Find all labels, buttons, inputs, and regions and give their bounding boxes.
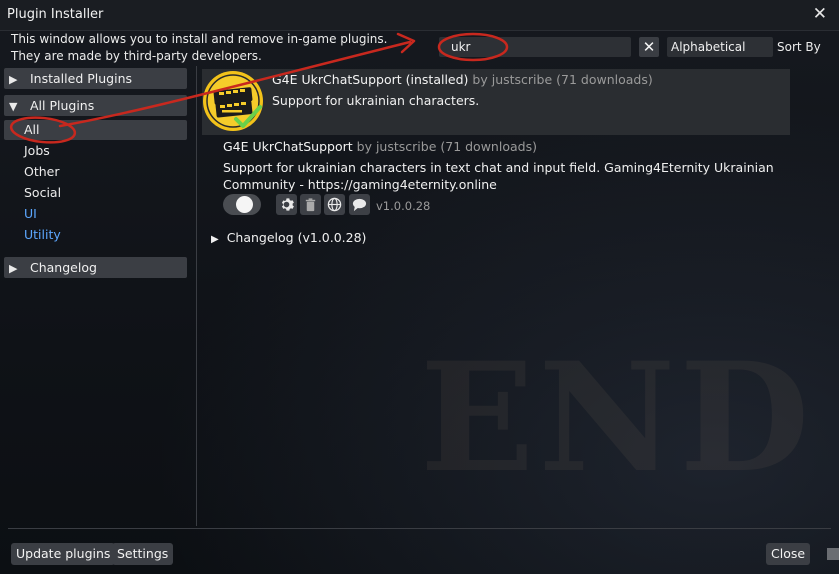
sidebar-item-ui[interactable]: UI xyxy=(4,204,187,224)
window-title: Plugin Installer xyxy=(7,7,104,22)
description-line-2: They are made by third-party developers. xyxy=(11,49,262,63)
plugin-name: G4E UkrChatSupport (installed) xyxy=(272,72,469,87)
expand-right-icon: ▶ xyxy=(211,234,219,245)
enable-toggle[interactable] xyxy=(223,194,261,215)
plugin-title: G4E UkrChatSupport (installed) by justsc… xyxy=(272,72,653,87)
plugin-detail-author: by justscribe (71 downloads) xyxy=(356,139,537,154)
background-logo-text: END xyxy=(420,330,814,506)
close-icon[interactable]: ✕ xyxy=(813,4,827,24)
description-line-1: This window allows you to install and re… xyxy=(11,32,388,46)
plugin-version: v1.0.0.28 xyxy=(376,199,431,213)
sidebar-item-jobs[interactable]: Jobs xyxy=(4,141,187,161)
plugin-summary: Support for ukrainian characters. xyxy=(272,93,480,108)
plugin-icon xyxy=(203,71,263,131)
sidebar-category-installed[interactable]: ▶ Installed Plugins xyxy=(4,68,187,89)
chat-icon[interactable] xyxy=(349,194,370,215)
plugin-changelog-toggle[interactable]: ▶ Changelog (v1.0.0.28) xyxy=(211,230,366,245)
expand-right-icon: ▶ xyxy=(9,262,18,275)
plugin-author: by justscribe (71 downloads) xyxy=(472,72,653,87)
gear-icon[interactable] xyxy=(276,194,297,215)
sidebar-item-social[interactable]: Social xyxy=(4,183,187,203)
sidebar-item-all[interactable]: All xyxy=(4,120,187,140)
plugin-changelog-label: Changelog (v1.0.0.28) xyxy=(226,230,367,245)
sidebar-category-all-plugins[interactable]: ▼ All Plugins xyxy=(4,95,187,116)
settings-button[interactable]: Settings xyxy=(112,543,174,565)
sidebar-category-label: Changelog xyxy=(30,260,97,275)
sort-select[interactable]: Alphabetical xyxy=(667,37,773,57)
sidebar-category-label: Installed Plugins xyxy=(30,71,133,86)
resize-grip[interactable] xyxy=(827,548,839,560)
title-bar: Plugin Installer ✕ xyxy=(0,0,839,31)
trash-icon[interactable] xyxy=(300,194,321,215)
footer-divider xyxy=(8,528,831,529)
plugin-detail-name: G4E UkrChatSupport xyxy=(223,139,353,154)
update-plugins-button[interactable]: Update plugins xyxy=(11,543,116,565)
sidebar-category-changelog[interactable]: ▶ Changelog xyxy=(4,257,187,278)
sidebar-divider xyxy=(196,66,197,526)
search-input[interactable] xyxy=(439,37,631,57)
sort-by-label: Sort By xyxy=(777,40,821,54)
expand-down-icon: ▼ xyxy=(9,100,18,113)
sidebar-item-utility[interactable]: Utility xyxy=(4,225,187,245)
sidebar-item-other[interactable]: Other xyxy=(4,162,187,182)
expand-right-icon: ▶ xyxy=(9,73,18,86)
plugin-detail-description: Support for ukrainian characters in text… xyxy=(223,160,774,192)
toggle-knob xyxy=(236,196,253,213)
close-button[interactable]: Close xyxy=(766,543,811,565)
globe-icon[interactable] xyxy=(324,194,345,215)
plugin-detail-title: G4E UkrChatSupport by justscribe (71 dow… xyxy=(223,139,537,154)
clear-icon[interactable]: ✕ xyxy=(639,37,659,57)
description: This window allows you to install and re… xyxy=(11,31,387,65)
sidebar-category-label: All Plugins xyxy=(30,98,95,113)
